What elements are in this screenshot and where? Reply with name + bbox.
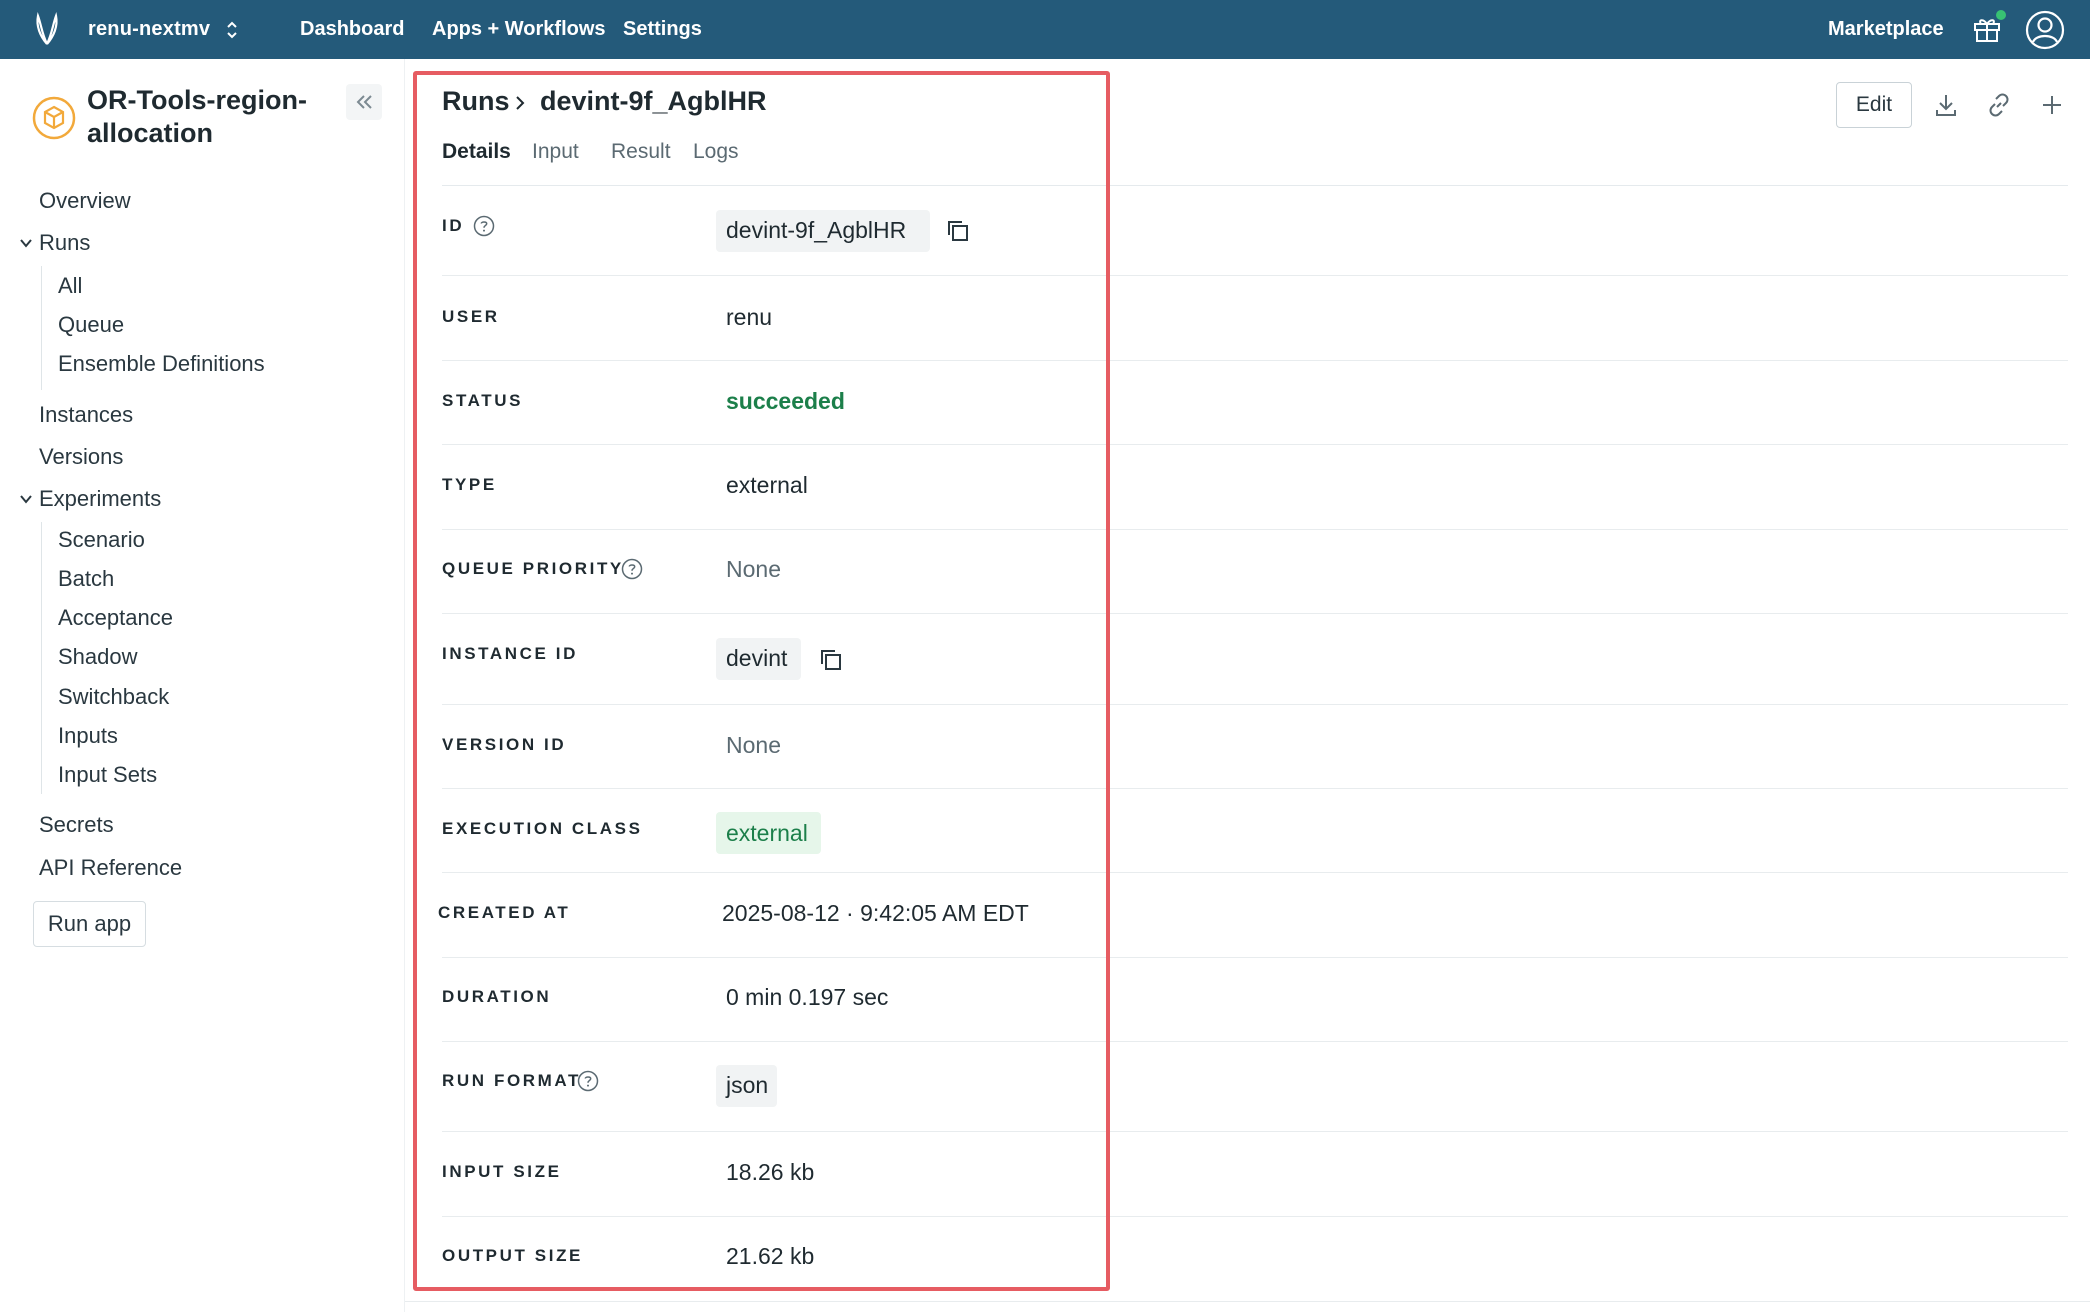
sidebar-item-secrets[interactable]: Secrets [39,812,114,838]
field-label-created-at: CREATED AT [438,903,571,922]
sidebar-item-scenario[interactable]: Scenario [58,527,145,553]
breadcrumb-runs-link[interactable]: Runs [442,86,510,117]
field-value-duration: 0 min 0.197 sec [726,984,889,1010]
row-divider [442,529,2068,530]
sidebar-item-versions[interactable]: Versions [39,444,123,470]
row-divider [442,872,2068,873]
field-label-output-size: OUTPUT SIZE [442,1246,583,1265]
sidebar-item-switchback[interactable]: Switchback [58,684,169,710]
row-divider [442,957,2068,958]
user-avatar-icon[interactable] [2025,10,2065,50]
row-divider [442,275,2068,276]
sidebar-item-runs[interactable]: Runs [39,230,90,256]
field-label-queue-priority: QUEUE PRIORITY [442,559,624,578]
content-bottom-divider [405,1301,2090,1302]
header-divider [442,185,2068,186]
top-nav-bar: renu-nextmv Dashboard Apps + Workflows S… [0,0,2090,59]
tab-logs[interactable]: Logs [693,140,739,164]
field-label-run-format: RUN FORMAT [442,1071,581,1090]
field-value-execution-class: external [726,820,808,846]
sidebar-item-instances[interactable]: Instances [39,402,133,428]
nextmv-logo-icon[interactable] [32,12,62,48]
sidebar-item-api-reference[interactable]: API Reference [39,855,182,881]
field-label-duration: DURATION [442,987,552,1006]
help-circle-icon[interactable] [577,1070,599,1092]
sidebar-item-input-sets[interactable]: Input Sets [58,762,157,788]
field-value-version-id: None [726,732,781,758]
help-circle-icon[interactable] [473,215,495,237]
tab-details[interactable]: Details [442,140,511,164]
field-value-id: devint-9f_AgblHR [726,217,907,243]
field-label-version-id: VERSION ID [442,735,567,754]
sidebar-item-runs-queue[interactable]: Queue [58,312,124,338]
field-value-run-format: json [726,1072,769,1098]
field-label-execution-class: EXECUTION CLASS [442,819,643,838]
sidebar-item-shadow[interactable]: Shadow [58,644,138,670]
plus-icon[interactable] [2038,91,2066,119]
row-divider [442,704,2068,705]
sidebar-item-batch[interactable]: Batch [58,566,114,592]
sidebar-item-acceptance[interactable]: Acceptance [58,605,173,631]
row-divider [442,613,2068,614]
field-value-queue-priority: None [726,556,781,582]
field-value-created-at: 2025-08-12 · 9:42:05 AM EDT [722,900,1029,926]
chevron-up-down-icon[interactable] [224,18,240,42]
edit-button[interactable]: Edit [1836,82,1912,128]
org-switcher-label[interactable]: renu-nextmv [88,18,210,41]
sidebar-item-ensemble-definitions[interactable]: Ensemble Definitions [58,351,265,377]
field-label-instance-id: INSTANCE ID [442,644,578,663]
row-divider [442,1041,2068,1042]
help-circle-icon[interactable] [621,558,643,580]
field-value-user: renu [726,304,773,330]
field-label-status: STATUS [442,391,524,410]
sidebar-item-runs-all[interactable]: All [58,273,82,299]
row-divider [442,1131,2068,1132]
field-value-output-size: 21.62 kb [726,1243,815,1269]
field-label-id: ID [442,216,465,235]
tab-input[interactable]: Input [532,140,579,164]
field-label-input-size: INPUT SIZE [442,1162,562,1181]
sidebar-item-inputs[interactable]: Inputs [58,723,118,749]
notification-dot [1996,10,2006,20]
field-value-instance-id: devint [726,645,788,671]
breadcrumb-current-run: devint-9f_AgblHR [540,86,767,116]
nav-dashboard[interactable]: Dashboard [300,18,404,41]
field-value-type: external [726,472,808,498]
copy-icon[interactable] [818,647,844,673]
row-divider [442,788,2068,789]
field-value-input-size: 18.26 kb [726,1159,815,1185]
row-divider [442,444,2068,445]
nav-settings[interactable]: Settings [623,18,702,41]
double-chevron-left-icon [356,95,372,109]
chevron-down-icon[interactable] [19,236,33,250]
sidebar-subtree-line [41,266,42,390]
row-divider [442,1216,2068,1217]
status-badge: succeeded [726,388,845,414]
nav-apps-workflows[interactable]: Apps + Workflows [432,18,606,41]
chevron-right-icon [516,96,525,110]
highlight-box [413,71,1110,1291]
sidebar-item-experiments[interactable]: Experiments [39,486,161,512]
sidebar-item-overview[interactable]: Overview [39,188,131,214]
sidebar-subtree-line [41,522,42,794]
collapse-sidebar-button[interactable] [346,84,382,120]
run-app-button[interactable]: Run app [33,901,146,947]
nav-marketplace[interactable]: Marketplace [1828,18,1944,41]
download-icon[interactable] [1932,91,1960,119]
copy-icon[interactable] [945,218,971,244]
field-label-type: TYPE [442,475,497,494]
tab-result[interactable]: Result [611,140,671,164]
link-icon[interactable] [1985,91,2013,119]
chevron-down-icon[interactable] [19,492,33,506]
row-divider [442,360,2068,361]
field-label-user: USER [442,307,500,326]
app-title: OR-Tools-region-allocation [87,85,307,148]
app-cube-icon [32,96,76,140]
